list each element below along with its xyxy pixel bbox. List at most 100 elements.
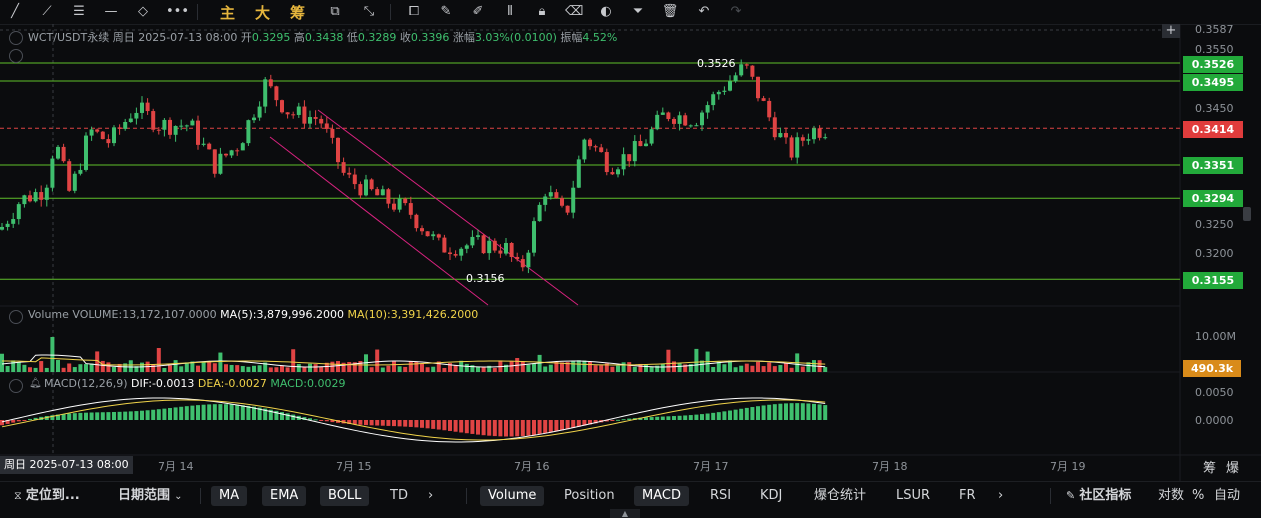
more-tools-icon[interactable]: ••• xyxy=(166,3,189,21)
highlighter-icon[interactable]: ✐ xyxy=(469,3,487,21)
redo-icon[interactable]: ↷ xyxy=(727,3,745,21)
candle-body xyxy=(56,146,60,159)
candle-body xyxy=(16,204,21,220)
chips-button[interactable]: 筹 xyxy=(290,2,305,23)
big-order-button[interactable]: 大 xyxy=(255,2,270,23)
indicator-lsur[interactable]: LSUR xyxy=(888,486,938,506)
macd-bar xyxy=(716,412,721,420)
candle-body xyxy=(655,114,660,130)
chips-settings-icon[interactable]: ⧉ xyxy=(326,3,344,21)
candle-body xyxy=(470,236,475,246)
macd-bar xyxy=(789,403,794,420)
volume-bar xyxy=(246,366,251,372)
ray-tool-icon[interactable]: ⟋ xyxy=(38,3,56,21)
macd-collapse-icon[interactable] xyxy=(9,379,23,393)
macd-bar xyxy=(767,404,772,420)
volume-bar xyxy=(252,365,256,372)
macd-bar xyxy=(436,420,441,430)
candle-body xyxy=(610,172,615,175)
volume-bar xyxy=(229,364,234,372)
indicator-rsi[interactable]: RSI xyxy=(702,486,739,506)
candle-body xyxy=(229,150,234,156)
indicator-liquidation[interactable]: 爆仓统计 xyxy=(806,486,874,506)
alert-icon[interactable]: 🔔︎ xyxy=(29,378,42,390)
volume-bar xyxy=(39,361,44,372)
candle-body xyxy=(67,161,72,191)
volume-bar xyxy=(218,352,223,372)
volume-bar xyxy=(677,363,682,372)
chevron-right-icon[interactable]: › xyxy=(990,486,1011,506)
palette-icon[interactable]: ◐ xyxy=(597,3,615,21)
macd-bar xyxy=(364,420,368,426)
indicator-position[interactable]: Position xyxy=(556,486,623,506)
volume-collapse-icon[interactable] xyxy=(9,310,23,324)
candle-body xyxy=(207,143,212,150)
volume-bar xyxy=(588,361,592,372)
panel-expand-handle[interactable]: ▲ xyxy=(610,509,640,518)
macd-bar xyxy=(453,420,458,432)
volume-bar xyxy=(420,363,424,372)
volume-bar xyxy=(375,349,380,372)
copy-icon[interactable]: ⧠ xyxy=(405,3,423,21)
chevron-right-icon[interactable]: › xyxy=(420,486,441,506)
main-force-button[interactable]: 主 xyxy=(220,2,235,23)
horizontal-lines-icon[interactable]: ☰ xyxy=(70,3,88,21)
candle-body xyxy=(705,105,710,113)
pattern-icon[interactable]: ◇ xyxy=(134,3,152,21)
add-price-line-button[interactable]: + xyxy=(1162,24,1180,38)
indicator-kdj[interactable]: KDJ xyxy=(752,486,790,506)
locate-button[interactable]: ⧖ 定位到... xyxy=(6,486,88,506)
date-range-dropdown[interactable]: 日期范围 ⌄ xyxy=(110,486,191,506)
delete-icon[interactable]: 🗑︎ xyxy=(661,3,679,21)
price-chart[interactable] xyxy=(0,24,1261,481)
macd-bar xyxy=(554,420,559,432)
bar-period: 周日 2025-07-13 08:00 xyxy=(112,31,238,44)
macd-bar xyxy=(677,415,682,420)
filter-icon[interactable]: ⏷ xyxy=(629,3,647,21)
community-indicator-button[interactable]: ✎ 社区指标 xyxy=(1058,486,1139,506)
macd-bar xyxy=(78,412,83,420)
horizontal-line-icon[interactable]: — xyxy=(102,3,120,21)
indicator-icon[interactable]: ⦀ xyxy=(501,3,519,21)
macd-bar xyxy=(431,420,436,429)
drawing-toolbar: ╱ ⟋ ☰ — ◇ ••• 主 大 筹 ⧉ ⤡ ⧠ ✎ ✐ ⦀ 🔒︎ ⌫ ◐ ⏷… xyxy=(0,0,1261,25)
candle-body xyxy=(520,259,525,268)
low-annotation: 0.3156 xyxy=(466,272,505,285)
macd-bar xyxy=(168,408,172,420)
collapse-toggle-icon[interactable] xyxy=(9,31,23,45)
macd-bar xyxy=(397,420,402,427)
auto-scale-button[interactable]: 自动 xyxy=(1206,486,1248,506)
candle-body xyxy=(50,158,55,188)
candle-body xyxy=(246,120,251,144)
volume-bar xyxy=(28,367,32,372)
line-tool-icon[interactable]: ╱ xyxy=(6,3,24,21)
undo-icon[interactable]: ↶ xyxy=(695,3,713,21)
expand-toggle-icon[interactable] xyxy=(9,49,23,63)
indicator-fr[interactable]: FR xyxy=(951,486,984,506)
collapse-icon[interactable]: ⤡ xyxy=(360,3,378,21)
liquidation-axis-button[interactable]: 爆 xyxy=(1226,457,1239,476)
candle-body xyxy=(11,219,16,224)
lock-icon[interactable]: 🔒︎ xyxy=(533,3,551,21)
candle-body xyxy=(750,65,755,77)
eraser-icon[interactable]: ⌫ xyxy=(565,3,583,21)
indicator-ma[interactable]: MA xyxy=(211,486,248,506)
macd-bar xyxy=(72,413,77,420)
candle-body xyxy=(302,106,307,124)
volume-bar xyxy=(425,367,430,372)
volume-bar xyxy=(212,363,217,372)
indicator-td[interactable]: TD xyxy=(382,486,416,506)
pencil-icon[interactable]: ✎ xyxy=(437,3,455,21)
indicator-volume[interactable]: Volume xyxy=(480,486,545,506)
macd-bar xyxy=(492,420,497,437)
macd-bar xyxy=(16,420,21,422)
chips-axis-button[interactable]: 筹 xyxy=(1203,457,1216,476)
volume-bar xyxy=(750,365,755,372)
candle-body xyxy=(632,141,637,162)
axis-scroll-handle[interactable] xyxy=(1243,207,1251,221)
volume-bar xyxy=(593,365,598,372)
indicator-macd[interactable]: MACD xyxy=(634,486,689,506)
macd-bar xyxy=(134,411,139,420)
indicator-ema[interactable]: EMA xyxy=(262,486,307,506)
indicator-boll[interactable]: BOLL xyxy=(320,486,370,506)
